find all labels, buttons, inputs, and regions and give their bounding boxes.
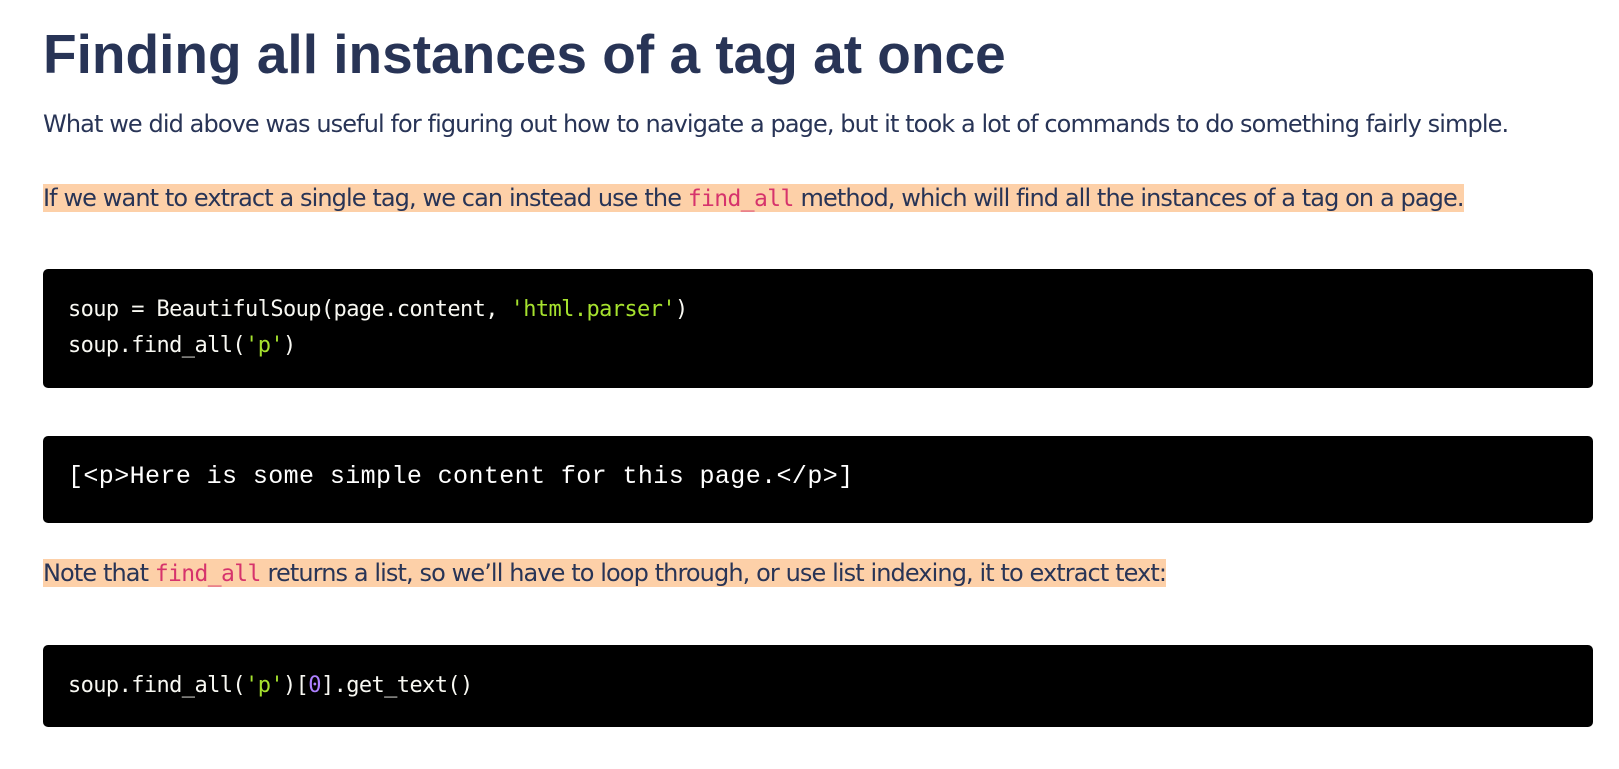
code-line-2: soup.find_all('p') bbox=[68, 328, 296, 364]
get-text-part1: soup.find_all( bbox=[68, 673, 246, 698]
find-all-highlight: If we want to extract a single tag, we c… bbox=[43, 184, 1464, 212]
code-line-2-part1: soup.find_all( bbox=[68, 333, 246, 358]
code-line-1-part1: soup = BeautifulSoup(page.content, bbox=[68, 297, 511, 322]
code-line-1-string: 'html.parser' bbox=[510, 297, 676, 322]
page-title: Finding all instances of a tag at once bbox=[43, 23, 1006, 85]
find-all-inline-code: find_all bbox=[687, 186, 795, 212]
note-text-after: returns a list, so we’ll have to loop th… bbox=[260, 559, 1167, 587]
note-inline-code: find_all bbox=[154, 561, 262, 587]
code-line-1-part2: ) bbox=[674, 297, 688, 322]
code-line-1: soup = BeautifulSoup(page.content, 'html… bbox=[68, 292, 688, 328]
intro-paragraph: What we did above was useful for figurin… bbox=[43, 110, 1509, 138]
note-paragraph: Note that find_all returns a list, so we… bbox=[43, 555, 1167, 592]
note-highlight: Note that find_all returns a list, so we… bbox=[43, 559, 1167, 587]
get-text-string: 'p' bbox=[245, 673, 284, 698]
output-block[interactable]: [<p>Here is some simple content for this… bbox=[43, 436, 1593, 523]
code-line-get-text: soup.find_all('p')[0].get_text() bbox=[68, 668, 473, 704]
code-block-get-text[interactable]: soup.find_all('p')[0].get_text() bbox=[43, 645, 1593, 727]
code-line-2-string: 'p' bbox=[245, 333, 284, 358]
output-text: [<p>Here is some simple content for this… bbox=[68, 462, 854, 491]
get-text-part3: ].get_text() bbox=[320, 673, 473, 698]
get-text-part2: )[ bbox=[282, 673, 309, 698]
note-text-before: Note that bbox=[43, 559, 155, 587]
get-text-number: 0 bbox=[308, 673, 321, 698]
find-all-paragraph: If we want to extract a single tag, we c… bbox=[43, 180, 1464, 217]
code-line-2-part2: ) bbox=[282, 333, 296, 358]
find-all-text-before: If we want to extract a single tag, we c… bbox=[43, 184, 688, 212]
code-block-beautifulsoup[interactable]: soup = BeautifulSoup(page.content, 'html… bbox=[43, 269, 1593, 388]
find-all-text-after: method, which will find all the instance… bbox=[793, 184, 1465, 212]
